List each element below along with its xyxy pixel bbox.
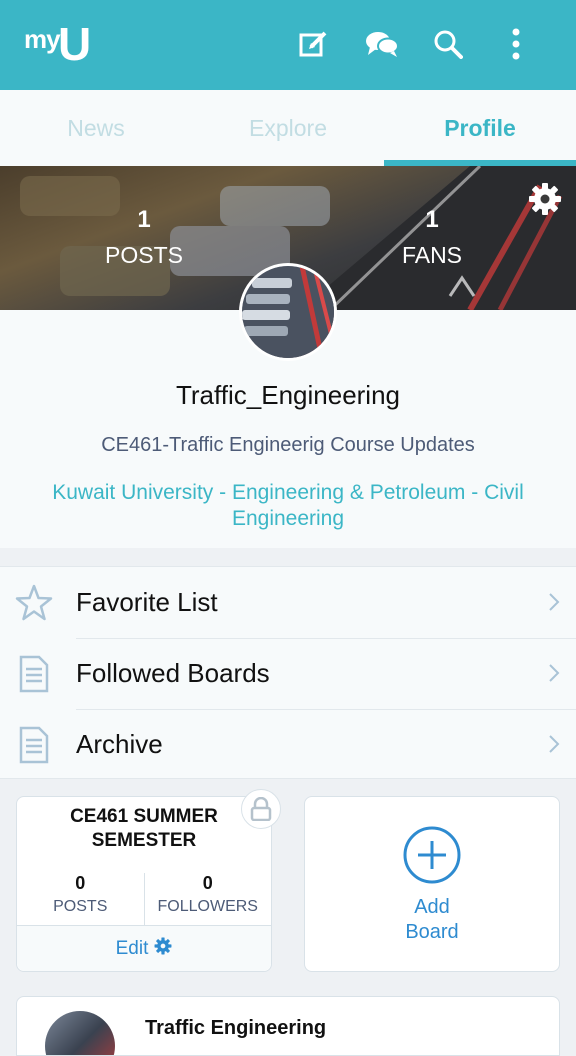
profile-username: Traffic_Engineering bbox=[175, 380, 401, 410]
add-board-label-line1: Add bbox=[414, 896, 450, 918]
profile-avatar[interactable] bbox=[239, 263, 337, 361]
board-posts-label: POSTS bbox=[53, 898, 108, 915]
tab-bar: News Explore Profile bbox=[0, 90, 576, 166]
search-icon[interactable] bbox=[428, 24, 468, 64]
menu-item-followed-boards[interactable]: Followed Boards bbox=[0, 638, 576, 709]
add-board-card[interactable]: Add Board bbox=[304, 796, 560, 972]
posts-count: 1 bbox=[137, 206, 151, 233]
avatar-traffic-photo bbox=[242, 266, 334, 358]
chevron-right-icon bbox=[548, 662, 560, 684]
chevron-right-icon bbox=[548, 591, 560, 613]
profile-organization-link[interactable]: Kuwait University - Engineering & Petrol… bbox=[30, 480, 546, 532]
more-vert-icon[interactable] bbox=[496, 24, 536, 64]
board-posts-stat: 0 POSTS bbox=[17, 873, 144, 925]
edit-icon[interactable] bbox=[294, 24, 334, 64]
board-followers-label: FOLLOWERS bbox=[157, 898, 258, 915]
chevron-right-icon bbox=[548, 733, 560, 755]
lock-icon bbox=[241, 789, 281, 829]
chat-icon[interactable] bbox=[362, 24, 402, 64]
post-author-name: Traffic Engineering bbox=[145, 1017, 327, 1039]
profile-menu-list: Favorite List Followed Boards Archive bbox=[0, 566, 576, 779]
fans-label: FANS bbox=[401, 242, 463, 268]
tab-explore[interactable]: Explore bbox=[192, 90, 384, 166]
settings-gear-icon[interactable] bbox=[528, 182, 562, 216]
board-edit-button[interactable]: Edit bbox=[17, 925, 271, 971]
board-followers-stat: 0 FOLLOWERS bbox=[143, 873, 272, 925]
myu-logo[interactable]: my U bbox=[24, 18, 94, 70]
app-bar: my U bbox=[0, 0, 576, 90]
board-card[interactable]: CE461 SUMMER SEMESTER 0 POSTS 0 FOLLOWER… bbox=[16, 789, 281, 972]
tab-news[interactable]: News bbox=[0, 90, 192, 166]
fans-stat[interactable]: 1 FANS bbox=[332, 206, 532, 269]
board-posts-count: 0 bbox=[75, 873, 86, 893]
add-board-label: Add Board bbox=[305, 895, 559, 945]
logo-text-u: U bbox=[58, 18, 92, 70]
menu-item-archive[interactable]: Archive bbox=[0, 709, 576, 780]
menu-item-label: Favorite List bbox=[76, 587, 218, 617]
board-edit-label: Edit bbox=[115, 937, 149, 959]
board-stats: 0 POSTS 0 FOLLOWERS bbox=[17, 873, 271, 925]
post-preview-card[interactable]: Traffic Engineering bbox=[16, 996, 560, 1056]
logo-text-my: my bbox=[24, 24, 61, 54]
document-icon bbox=[14, 725, 54, 765]
post-author-avatar bbox=[45, 1011, 115, 1055]
board-title: CE461 SUMMER SEMESTER bbox=[70, 806, 218, 851]
menu-item-label: Archive bbox=[76, 729, 163, 759]
menu-item-favorite-list[interactable]: Favorite List bbox=[0, 567, 576, 638]
profile-description: CE461-Traffic Engineerig Course Updates bbox=[101, 434, 475, 456]
document-icon bbox=[14, 654, 54, 694]
fans-count: 1 bbox=[425, 206, 439, 233]
add-circle-icon bbox=[402, 825, 462, 885]
add-board-label-line2: Board bbox=[405, 921, 459, 943]
menu-item-label: Followed Boards bbox=[76, 658, 270, 688]
board-followers-count: 0 bbox=[202, 873, 213, 893]
gear-icon bbox=[154, 937, 172, 961]
posts-label: POSTS bbox=[105, 242, 183, 268]
tab-profile[interactable]: Profile bbox=[384, 90, 576, 166]
posts-stat[interactable]: 1 POSTS bbox=[44, 206, 244, 269]
star-icon bbox=[14, 583, 54, 623]
